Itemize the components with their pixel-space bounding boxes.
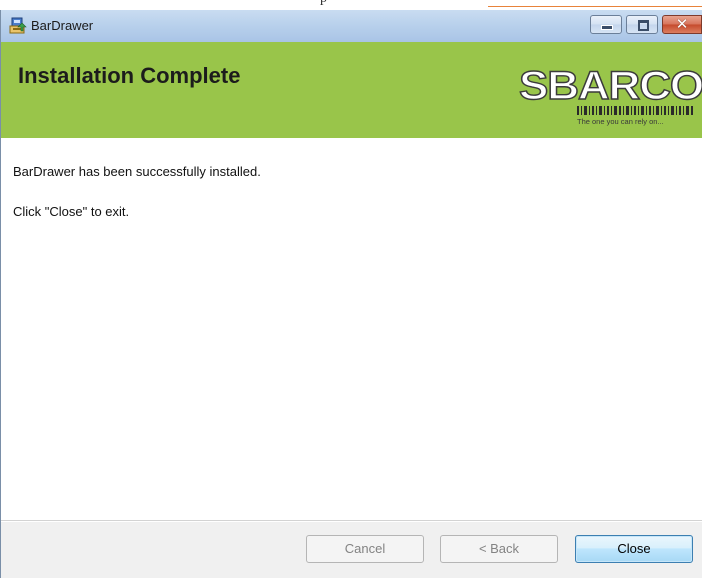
minimize-icon xyxy=(601,25,613,30)
title-bar[interactable]: BarDrawer ✕ xyxy=(1,10,702,42)
svg-text:The one you can rely on...: The one you can rely on... xyxy=(577,117,664,126)
page-title: Installation Complete xyxy=(18,63,241,88)
header-banner: Installation Complete SBARCO The one you… xyxy=(1,42,702,138)
window-title: BarDrawer xyxy=(31,18,94,33)
minimize-button[interactable] xyxy=(590,15,622,34)
caption-buttons: ✕ xyxy=(586,15,702,35)
close-icon: ✕ xyxy=(675,15,689,33)
installer-icon xyxy=(9,17,27,34)
success-message: BarDrawer has been successfully installe… xyxy=(13,164,261,179)
close-button[interactable]: Close xyxy=(575,535,693,563)
back-button[interactable]: < Back xyxy=(440,535,558,563)
background-page-strip: p xyxy=(0,0,702,10)
cancel-button[interactable]: Cancel xyxy=(306,535,424,563)
close-window-button[interactable]: ✕ xyxy=(662,15,702,34)
maximize-icon xyxy=(638,20,649,31)
exit-instruction: Click "Close" to exit. xyxy=(13,204,130,219)
background-link-underline xyxy=(488,6,702,7)
sbarco-logo: SBARCO The one you can rely on... xyxy=(519,63,702,126)
content-area: BarDrawer has been successfully installe… xyxy=(1,140,702,520)
button-area-separator xyxy=(1,520,702,522)
svg-text:SBARCO: SBARCO xyxy=(519,64,702,108)
installer-window: BarDrawer ✕ Installation Complete SBARCO xyxy=(0,10,702,578)
maximize-button[interactable] xyxy=(626,15,658,34)
background-text-fragment: p xyxy=(320,0,327,7)
